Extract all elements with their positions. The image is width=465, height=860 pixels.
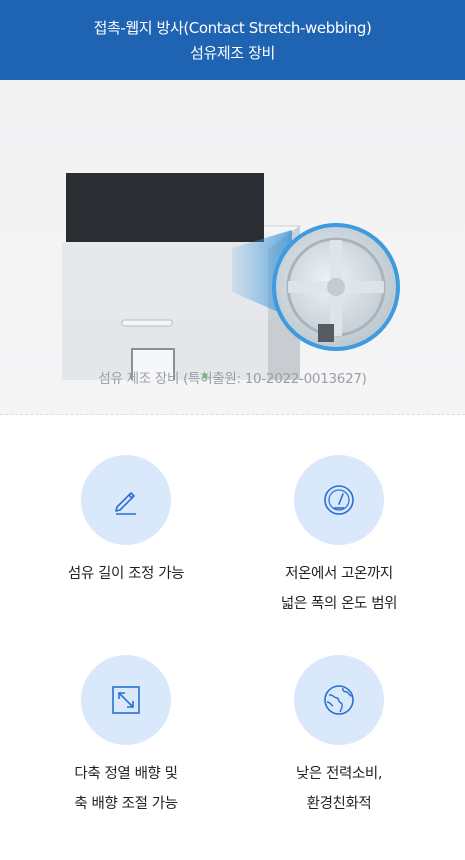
feature-line: 낮은 전력소비, [295, 766, 383, 782]
equipment-caption: 섬유 제조 장비 (특허출원: 10-2022-0013627) [98, 371, 367, 387]
feature-text: 다축 정열 배향 및 축 배향 조절 가능 [10, 759, 242, 819]
feature-grid: 섬유 길이 조정 가능 저온에서 고온까지 넓은 폭의 온도 범위 다축 정열 … [0, 415, 465, 860]
feature-line: 환경친화적 [306, 796, 372, 812]
feature-line: 넓은 폭의 온도 범위 [280, 596, 398, 612]
feature-item: 다축 정열 배향 및 축 배향 조절 가능 [10, 655, 242, 819]
feature-item: 낮은 전력소비, 환경친화적 [223, 655, 455, 819]
header-title-line1: 접촉-웹지 방사(Contact Stretch-webbing) [93, 18, 372, 37]
feature-icon-circle [81, 455, 171, 545]
feature-line: 축 배향 조절 가능 [74, 796, 178, 812]
feature-text: 저온에서 고온까지 넓은 폭의 온도 범위 [223, 559, 455, 619]
pencil-icon [115, 492, 136, 515]
feature-icon-circle [81, 655, 171, 745]
feature-item: 섬유 길이 조정 가능 [10, 455, 242, 589]
feature-line: 저온에서 고온까지 [285, 566, 393, 582]
feature-icon-circle [294, 455, 384, 545]
gauge-icon [324, 485, 354, 515]
page-header: 접촉-웹지 방사(Contact Stretch-webbing) 섬유제조 장… [0, 0, 465, 80]
feature-text: 섬유 길이 조정 가능 [10, 559, 242, 589]
globe-icon [324, 685, 354, 715]
fiber-equipment-image [61, 173, 400, 380]
feature-item: 저온에서 고온까지 넓은 폭의 온도 범위 [223, 455, 455, 619]
feature-icon-circle [294, 655, 384, 745]
feature-text: 낮은 전력소비, 환경친화적 [223, 759, 455, 819]
feature-line: 다축 정열 배향 및 [74, 766, 178, 782]
diagonal-arrow-icon [112, 686, 140, 714]
hero-section: 섬유 제조 장비 (특허출원: 10-2022-0013627) [0, 80, 465, 415]
header-title-line2: 섬유제조 장비 [190, 43, 275, 62]
feature-line: 섬유 길이 조정 가능 [67, 566, 185, 582]
